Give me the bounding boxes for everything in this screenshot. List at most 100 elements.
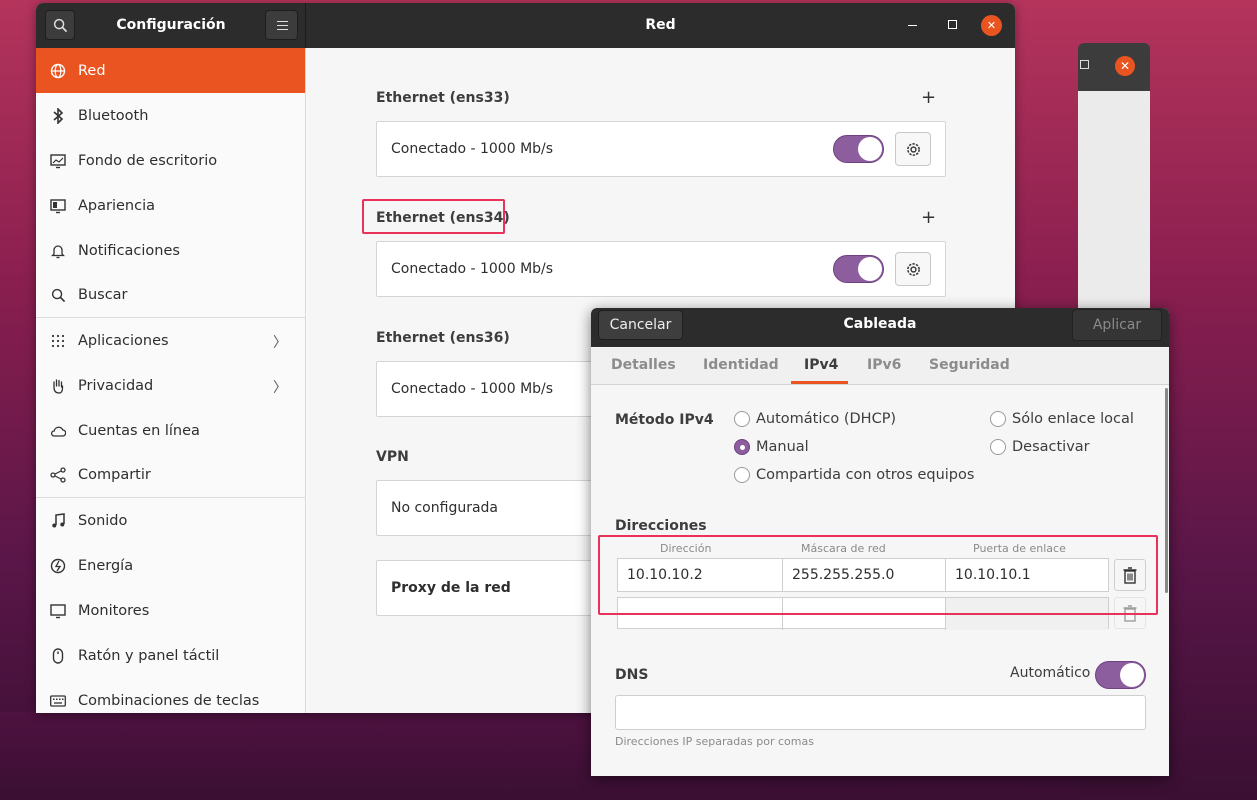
sidebar-item-monitores[interactable]: Monitores [36,588,305,633]
radio-button[interactable] [734,467,750,483]
connection-row-ens34: Conectado - 1000 Mb/s [376,241,946,297]
ipv4-panel: Método IPv4 Automático (DHCP) Sólo enlac… [591,385,1169,776]
settings-button[interactable] [895,132,931,166]
tab-ipv6[interactable]: IPv6 [867,357,901,373]
sidebar-item-label: Red [78,62,106,79]
cancel-button[interactable]: Cancelar [598,310,683,340]
headerbar: Configuración Red ✕ [36,3,1015,48]
sidebar-item-label: Fondo de escritorio [78,152,218,169]
maximize-icon[interactable] [948,20,957,29]
highlight-box [362,199,505,234]
sidebar-item-label: Privacidad [78,377,154,394]
sidebar-item-buscar[interactable]: Buscar [36,273,305,318]
apply-button[interactable]: Aplicar [1072,309,1162,341]
radio-label: Automático (DHCP) [756,411,897,427]
connection-status: Conectado - 1000 Mb/s [391,381,554,397]
section-title-ens33: Ethernet (ens33) [376,90,510,106]
sidebar-item-label: Combinaciones de teclas [78,692,260,709]
radio-manual[interactable]: Manual [734,439,809,455]
network-icon [50,63,66,79]
dns-input[interactable] [615,695,1146,730]
sidebar-item-label: Bluetooth [78,107,149,124]
search-icon [53,18,68,33]
sidebar-item-privacidad[interactable]: Privacidad 〉 [36,363,305,408]
wallpaper-icon [50,153,66,169]
sidebar-item-fondo[interactable]: Fondo de escritorio [36,138,305,183]
close-icon[interactable]: ✕ [1115,56,1135,76]
sidebar-item-label: Notificaciones [78,242,180,259]
section-title-ens36: Ethernet (ens36) [376,330,510,346]
bell-icon [50,243,66,259]
connection-toggle[interactable] [833,255,884,283]
music-note-icon [50,512,66,529]
sidebar-item-apariencia[interactable]: Apariencia [36,183,305,228]
radio-auto-dhcp[interactable]: Automático (DHCP) [734,411,896,427]
sidebar-item-label: Monitores [78,602,150,619]
close-icon[interactable]: ✕ [981,15,1002,36]
addresses-label: Direcciones [615,518,707,534]
radio-link-local[interactable]: Sólo enlace local [990,411,1134,427]
method-label: Método IPv4 [615,412,714,428]
sidebar-item-sonido[interactable]: Sonido [36,498,305,543]
dns-label: DNS [615,667,649,683]
tab-ipv4[interactable]: IPv4 [804,357,838,373]
chevron-right-icon: 〉 [273,380,287,396]
tab-seguridad[interactable]: Seguridad [929,357,1010,373]
wired-dialog: Cancelar Cableada Aplicar Detalles Ident… [591,308,1169,776]
add-connection-button[interactable]: + [921,207,936,228]
power-icon [50,558,66,574]
radio-label: Compartida con otros equipos [756,467,975,483]
sidebar-item-compartir[interactable]: Compartir [36,453,305,498]
proxy-label: Proxy de la red [391,580,511,596]
maximize-icon[interactable] [1080,60,1089,69]
share-icon [50,467,66,483]
sidebar-item-red[interactable]: Red [36,48,305,93]
tab-identidad[interactable]: Identidad [703,357,779,373]
radio-button[interactable] [734,411,750,427]
scrollbar[interactable] [1165,388,1168,593]
connection-status: Conectado - 1000 Mb/s [391,141,554,157]
dialog-headerbar: Cancelar Cableada Aplicar [591,308,1169,347]
search-button[interactable] [45,10,75,40]
highlight-box [598,535,1158,615]
radio-button[interactable] [990,411,1006,427]
sidebar-item-combinaciones[interactable]: Combinaciones de teclas [36,678,305,713]
radio-button[interactable] [990,439,1006,455]
search-icon [50,287,66,303]
sidebar-item-cuentas[interactable]: Cuentas en línea [36,408,305,453]
add-connection-button[interactable]: + [921,87,936,108]
radio-label: Sólo enlace local [1012,411,1134,427]
headerbar-left: Configuración [36,3,306,48]
sidebar: Red Bluetooth Fondo de escritorio Aparie… [36,48,306,713]
sidebar-title: Configuración [116,17,226,33]
connection-status: Conectado - 1000 Mb/s [391,261,554,277]
mouse-icon [50,647,66,664]
sidebar-item-bluetooth[interactable]: Bluetooth [36,93,305,138]
radio-label: Manual [756,439,809,455]
sidebar-item-label: Cuentas en línea [78,422,200,439]
cloud-icon [50,423,66,439]
sidebar-item-energia[interactable]: Energía [36,543,305,588]
dialog-tabs: Detalles Identidad IPv4 IPv6 Seguridad [591,348,1169,385]
settings-button[interactable] [895,252,931,286]
minimize-icon[interactable] [908,25,917,26]
menu-button[interactable] [265,10,298,40]
radio-disable[interactable]: Desactivar [990,439,1090,455]
connection-toggle[interactable] [833,135,884,163]
tab-detalles[interactable]: Detalles [611,357,676,373]
section-title-vpn: VPN [376,449,409,465]
dns-auto-label: Automático [1010,665,1091,681]
sidebar-item-raton[interactable]: Ratón y panel táctil [36,633,305,678]
radio-button-selected[interactable] [734,439,750,455]
sidebar-item-label: Apariencia [78,197,155,214]
sidebar-item-label: Energía [78,557,134,574]
hand-icon [50,378,66,394]
sidebar-item-label: Sonido [78,512,128,529]
apps-grid-icon [50,333,66,349]
sidebar-item-label: Aplicaciones [78,332,169,349]
radio-shared[interactable]: Compartida con otros equipos [734,467,974,483]
dns-auto-toggle[interactable] [1095,661,1146,689]
active-tab-indicator [791,381,848,384]
sidebar-item-notificaciones[interactable]: Notificaciones [36,228,305,273]
sidebar-item-aplicaciones[interactable]: Aplicaciones 〉 [36,318,305,363]
